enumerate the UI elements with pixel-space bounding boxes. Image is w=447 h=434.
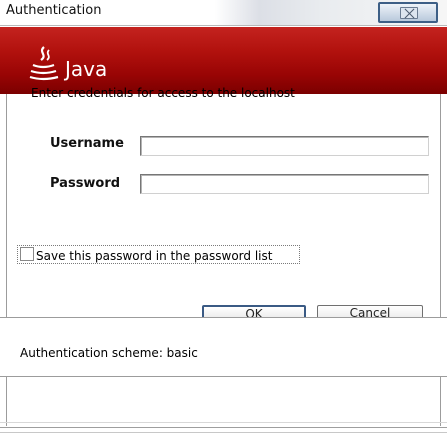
close-button[interactable] bbox=[378, 2, 438, 23]
username-label: Username bbox=[50, 136, 124, 151]
java-cup-icon: Java bbox=[29, 46, 107, 81]
auth-scheme-text: Authentication scheme: basic bbox=[20, 346, 198, 360]
java-banner: Java bbox=[0, 27, 447, 94]
remember-label[interactable]: Save this password in the password list bbox=[36, 249, 272, 263]
bottom-edge bbox=[0, 422, 447, 423]
password-label: Password bbox=[50, 176, 121, 191]
title-bar[interactable]: Authentication bbox=[0, 0, 447, 26]
java-wordmark: Java bbox=[63, 57, 107, 81]
password-field[interactable] bbox=[140, 174, 429, 194]
bottom-edge bbox=[0, 427, 447, 428]
remember-checkbox[interactable] bbox=[20, 247, 34, 261]
close-icon bbox=[400, 7, 418, 19]
bottom-edge bbox=[0, 432, 447, 433]
username-field[interactable] bbox=[140, 136, 429, 156]
credentials-prompt: Enter credentials for access to the loca… bbox=[31, 86, 295, 100]
window-title: Authentication bbox=[6, 3, 102, 18]
